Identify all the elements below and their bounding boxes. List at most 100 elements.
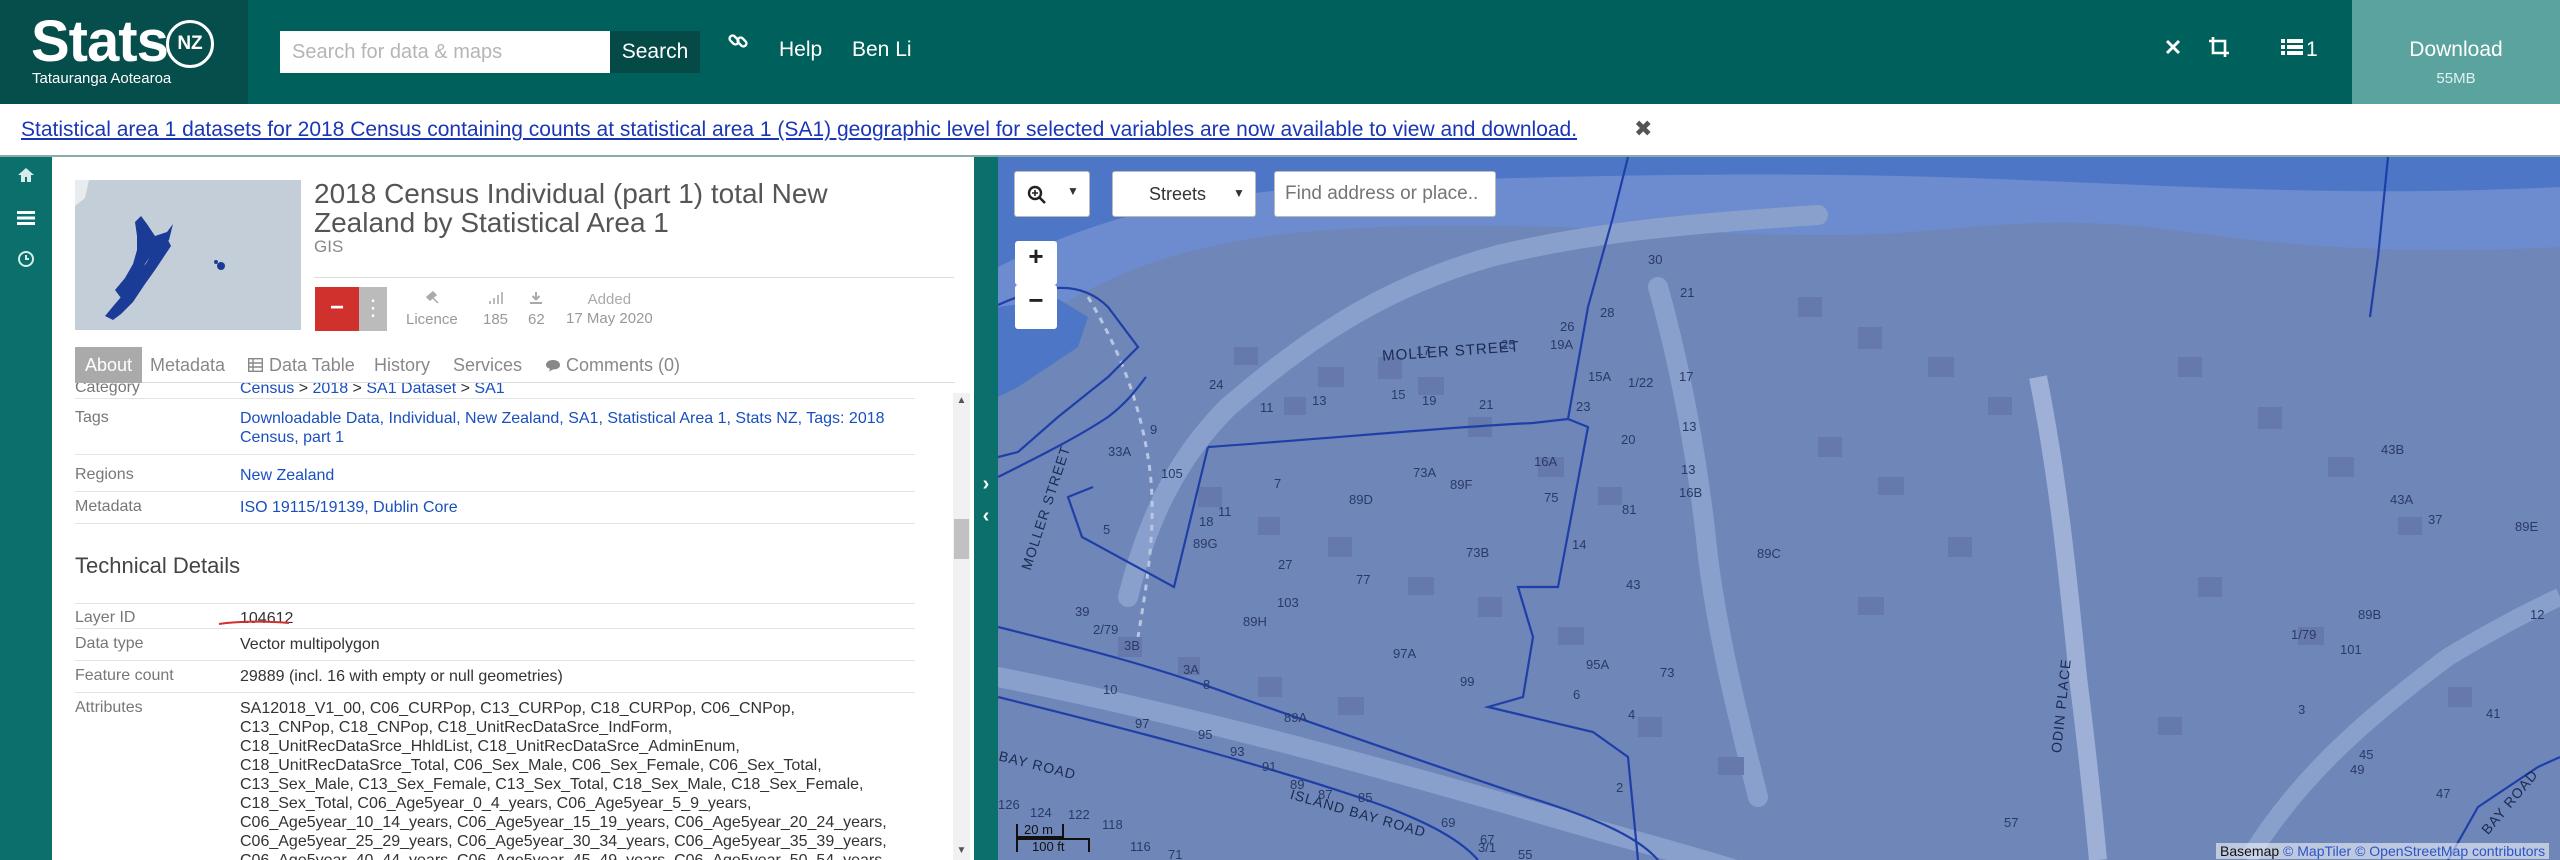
tab-comments[interactable]: Comments (0) bbox=[534, 347, 690, 383]
category-link-sa1[interactable]: SA1 bbox=[474, 383, 504, 397]
scale-imperial: 100 ft bbox=[1016, 838, 1090, 854]
attribution-prefix: Basemap bbox=[2220, 843, 2280, 859]
metadata-label: Metadata bbox=[75, 498, 142, 515]
map-attribution: Basemap © MapTiler © OpenStreetMap contr… bbox=[2216, 843, 2550, 859]
tags-label: Tags bbox=[75, 409, 109, 426]
chevron-left-icon[interactable]: ‹ bbox=[974, 505, 998, 528]
tab-metadata[interactable]: Metadata bbox=[140, 347, 235, 383]
layer-id-row: Layer ID 104612 bbox=[75, 603, 915, 629]
stats-nz-logo[interactable]: Stats NZ Tatauranga Aotearoa bbox=[0, 0, 248, 104]
zoom-in-button[interactable]: + bbox=[1015, 241, 1057, 285]
licence-stat[interactable]: Licence bbox=[406, 290, 458, 328]
selection-count[interactable]: 1 bbox=[2306, 38, 2318, 62]
panel-splitter[interactable]: › ‹ bbox=[974, 157, 998, 860]
logo-subtitle: Tatauranga Aotearoa bbox=[32, 70, 172, 87]
clear-selection-icon[interactable] bbox=[2163, 36, 2183, 64]
tab-services[interactable]: Services bbox=[443, 347, 532, 383]
attributes-line: C06_Age5year_10_14_years, C06_Age5year_1… bbox=[240, 814, 887, 831]
attributes-line: C18_Sex_Total, C06_Age5year_0_4_years, C… bbox=[240, 795, 752, 812]
zoom-out-button[interactable]: − bbox=[1015, 285, 1057, 329]
more-options-button[interactable]: ⋮ bbox=[359, 287, 387, 331]
attributes-line: C18_UnitRecDataSrce_HhldList, C18_UnitRe… bbox=[240, 738, 740, 755]
added-date: 17 May 2020 bbox=[566, 310, 653, 327]
user-menu[interactable]: Ben Li bbox=[852, 38, 912, 62]
map-canvas[interactable] bbox=[998, 157, 2560, 860]
zoom-tool-dropdown[interactable]: ▼ bbox=[1014, 171, 1090, 217]
scroll-up-arrow[interactable]: ▲ bbox=[953, 395, 970, 406]
find-address-input[interactable] bbox=[1274, 171, 1496, 217]
logo-wordmark: Stats bbox=[31, 9, 169, 74]
layer-id-value: 104612 bbox=[240, 610, 294, 627]
category-link-census[interactable]: Census bbox=[240, 383, 294, 397]
data-type-value: Vector multipolygon bbox=[240, 636, 380, 653]
download-size: 55MB bbox=[2436, 70, 2476, 87]
tags-row: Tags Downloadable Data, Individual, New … bbox=[75, 409, 915, 455]
home-icon[interactable] bbox=[13, 165, 39, 191]
comment-icon bbox=[546, 360, 560, 372]
download-button[interactable]: Download 55MB bbox=[2352, 0, 2560, 104]
help-link[interactable]: Help bbox=[779, 38, 822, 62]
regions-label: Regions bbox=[75, 466, 134, 483]
attribution-link-maptiler[interactable]: © MapTiler bbox=[2283, 843, 2351, 859]
remove-from-map-button[interactable]: − bbox=[315, 287, 359, 331]
scrollbar-thumb[interactable] bbox=[954, 519, 969, 559]
search-button[interactable]: Search bbox=[610, 31, 700, 73]
scroll-down-arrow[interactable]: ▼ bbox=[953, 845, 970, 856]
attribution-link-osm[interactable]: © OpenStreetMap contributors bbox=[2355, 843, 2545, 859]
data-type-row: Data type Vector multipolygon bbox=[75, 635, 915, 661]
attributes-line: C18_UnitRecDataSrce_Total, C06_Sex_Male,… bbox=[240, 757, 822, 774]
views-stat: 185 bbox=[483, 291, 508, 328]
detail-tabs: About Metadata Data Table History Servic… bbox=[75, 347, 955, 383]
announcement-link[interactable]: Statistical area 1 datasets for 2018 Cen… bbox=[21, 118, 1577, 142]
announcement-bar: Statistical area 1 datasets for 2018 Cen… bbox=[0, 104, 2560, 157]
tab-data-table-label: Data Table bbox=[269, 355, 355, 375]
downloads-stat: 62 bbox=[528, 291, 545, 328]
tags-links[interactable]: Downloadable Data, Individual, New Zeala… bbox=[240, 410, 885, 446]
list-icon[interactable] bbox=[2281, 36, 2303, 64]
tab-data-table[interactable]: Data Table bbox=[237, 347, 365, 383]
chevron-right-icon[interactable]: › bbox=[974, 473, 998, 496]
attributes-row: Attributes SA12018_V1_00, C06_CURPop, C1… bbox=[75, 699, 915, 860]
tab-comments-label: Comments (0) bbox=[566, 355, 681, 375]
map-view[interactable]: MOLLER STREET MOLLER STREET BAY ROAD ISL… bbox=[998, 157, 2560, 860]
metadata-row: Metadata ISO 19115/19139, Dublin Core bbox=[75, 498, 915, 524]
regions-row: Regions New Zealand bbox=[75, 466, 915, 492]
link-icon[interactable] bbox=[727, 30, 749, 59]
close-icon[interactable]: ✖ bbox=[1634, 116, 1652, 142]
signal-icon bbox=[483, 291, 508, 309]
attributes-label: Attributes bbox=[75, 699, 143, 716]
added-label: Added bbox=[587, 291, 632, 308]
crop-icon[interactable] bbox=[2208, 36, 2230, 65]
scale-metric: 20 m bbox=[1016, 823, 1064, 838]
layer-details-panel: 2018 Census Individual (part 1) total Ne… bbox=[52, 157, 974, 860]
feature-count-value: 29889 (incl. 16 with empty or null geome… bbox=[240, 668, 563, 685]
basemap-select[interactable]: Streets ▼ bbox=[1112, 171, 1256, 217]
category-link-sa1-dataset[interactable]: SA1 Dataset bbox=[366, 383, 456, 397]
layers-list-icon[interactable] bbox=[13, 207, 39, 233]
metadata-links[interactable]: ISO 19115/19139, Dublin Core bbox=[240, 499, 458, 516]
layer-id-label: Layer ID bbox=[75, 609, 136, 626]
top-bar: Stats NZ Tatauranga Aotearoa Search Help… bbox=[0, 0, 2560, 104]
added-stat: Added 17 May 2020 bbox=[566, 291, 653, 327]
red-underline-annotation bbox=[218, 620, 290, 625]
caret-down-icon: ▼ bbox=[1067, 184, 1079, 198]
logo-nz-badge: NZ bbox=[166, 20, 214, 68]
attributes-line: C13_Sex_Male, C13_Sex_Female, C13_Sex_To… bbox=[240, 776, 864, 793]
attributes-line: C06_Age5year_25_29_years, C06_Age5year_3… bbox=[240, 833, 887, 850]
title-divider bbox=[314, 277, 954, 278]
details-scrollbar[interactable]: ▲ ▼ bbox=[953, 393, 970, 860]
region-link-new-zealand[interactable]: New Zealand bbox=[240, 467, 334, 484]
downloads-count: 62 bbox=[528, 311, 545, 328]
category-link-2018[interactable]: 2018 bbox=[313, 383, 349, 397]
licence-label: Licence bbox=[406, 311, 458, 328]
tab-about[interactable]: About bbox=[75, 347, 143, 383]
attributes-line: C13_CNPop, C18_CNPop, C18_UnitRecDataSrc… bbox=[240, 719, 673, 736]
history-icon[interactable] bbox=[13, 249, 39, 275]
search-input[interactable] bbox=[280, 31, 610, 73]
left-rail bbox=[0, 157, 52, 860]
layer-title: 2018 Census Individual (part 1) total Ne… bbox=[314, 178, 828, 238]
views-count: 185 bbox=[483, 311, 509, 328]
caret-down-icon: ▼ bbox=[1233, 186, 1245, 200]
tab-history[interactable]: History bbox=[364, 347, 440, 383]
category-label: Category bbox=[75, 383, 140, 396]
